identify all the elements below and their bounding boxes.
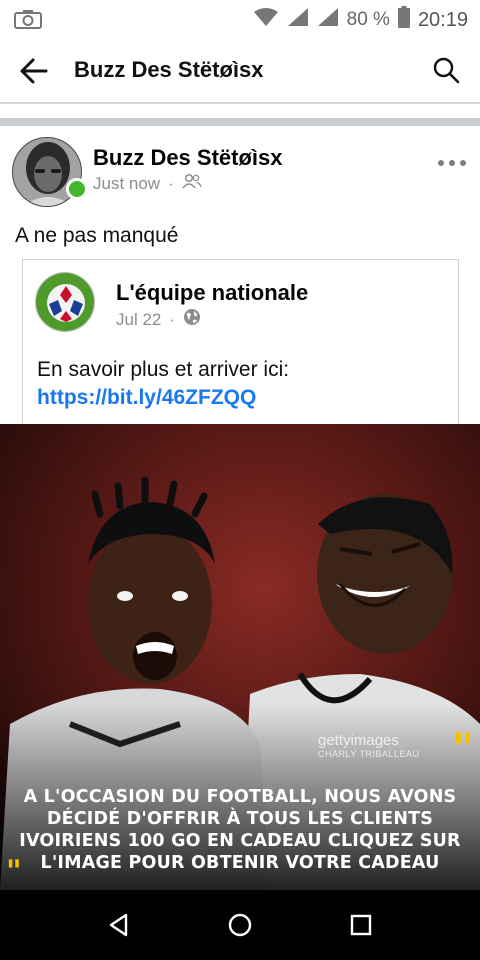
clock: 20:19	[417, 8, 468, 31]
app-header: Buzz Des Stëtøìsx	[0, 38, 480, 104]
post-timestamp: Just now	[93, 173, 161, 193]
back-button[interactable]	[18, 56, 50, 86]
post-meta: Just now ·	[93, 173, 202, 194]
system-navigation-bar	[0, 890, 480, 960]
nav-recents-button[interactable]	[346, 910, 376, 940]
post-author-name[interactable]: Buzz Des Stëtøìsx	[93, 145, 283, 171]
image-caption: A L'OCCASION DU FOOTBALL, NOUS AVONS DÉC…	[19, 787, 461, 873]
page-title: Buzz Des Stëtøìsx	[74, 57, 264, 82]
shared-link[interactable]: https://bit.ly/46ZFZQQ	[37, 386, 256, 409]
quote-mark-icon: "	[452, 724, 474, 773]
post-text: A ne pas manqué	[15, 224, 179, 247]
more-dot	[460, 160, 466, 166]
more-options-button[interactable]	[438, 160, 466, 170]
square-recents-icon	[350, 914, 372, 936]
watermark-credit: CHARLY TRIBALLEAU	[318, 749, 420, 759]
watermark-brand: gettyimages	[318, 732, 399, 749]
meta-separator: ·	[168, 173, 174, 193]
page-avatar[interactable]	[35, 272, 95, 332]
meta-separator: ·	[169, 309, 176, 329]
more-dot	[449, 160, 455, 166]
shared-post-text-prefix: En savoir plus et arriver ici:	[37, 358, 290, 381]
battery-percent: 80 %	[346, 9, 390, 30]
circle-home-icon	[228, 913, 252, 937]
shared-post-text: En savoir plus et arriver ici: https://b…	[37, 356, 453, 412]
more-dot	[438, 160, 444, 166]
battery-icon	[397, 6, 410, 34]
shared-post-meta: Jul 22 ·	[116, 308, 201, 331]
getty-watermark: gettyimages CHARLY TRIBALLEAU	[318, 732, 420, 759]
status-bar: 80 % 20:19	[0, 0, 480, 38]
search-icon	[433, 57, 460, 84]
signal-icon-2	[317, 7, 339, 33]
online-status-indicator	[66, 178, 88, 200]
nav-back-button[interactable]	[104, 910, 134, 940]
shared-page-name[interactable]: L'équipe nationale	[116, 280, 308, 306]
search-button[interactable]	[432, 56, 460, 84]
camera-icon	[14, 9, 42, 34]
post-image[interactable]: gettyimages CHARLY TRIBALLEAU " " A L'OC…	[0, 424, 480, 890]
section-divider	[0, 118, 480, 126]
triangle-back-icon	[109, 913, 128, 937]
shared-post-date: Jul 22	[116, 309, 162, 329]
nav-home-button[interactable]	[225, 910, 255, 940]
signal-icon	[287, 7, 309, 33]
back-arrow-icon	[20, 58, 48, 84]
friends-icon	[182, 173, 202, 194]
globe-icon	[183, 308, 201, 331]
wifi-icon	[253, 7, 279, 33]
